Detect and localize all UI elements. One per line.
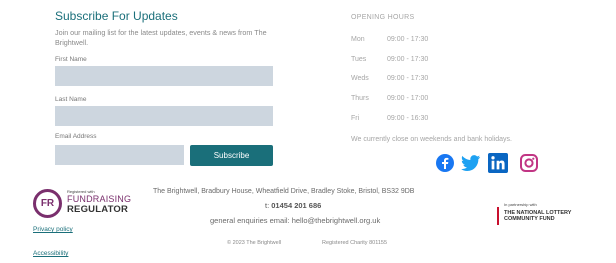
last-name-field[interactable] [55,106,273,126]
nlcf-bar [497,207,499,225]
opening-hours: OPENING HOURS Mon 09:00 - 17:30 Tues 09:… [351,14,561,143]
email-field[interactable] [55,145,184,165]
fr-fundraising: FUNDRAISING [67,194,132,204]
national-lottery-logo: In partnership with THE NATIONAL LOTTERY… [497,202,607,226]
copyright: © 2023 The Brightwell [227,240,282,246]
email-label: Email Address [55,133,97,140]
subscribe-button[interactable]: Subscribe [190,145,273,166]
subscribe-description: Join our mailing list for the latest upd… [55,28,267,47]
email-contact-link[interactable]: general enquiries email: hello@thebright… [210,216,380,225]
subscribe-section: Subscribe For Updates Join our mailing l… [55,9,295,166]
social-links [435,153,545,173]
fr-mark-icon: FR [33,189,62,218]
phone-number[interactable]: 01454 201 686 [271,201,321,210]
hours-time: 09:00 - 17:30 [387,75,429,82]
hours-time: 09:00 - 16:30 [387,115,429,122]
hours-day: Mon [351,36,365,43]
facebook-icon[interactable] [435,153,455,173]
hours-day: Thurs [351,95,369,102]
address: The Brightwell, Bradbury House, Wheatfie… [153,188,415,195]
opening-hours-title: OPENING HOURS [351,14,415,21]
hours-day: Tues [351,56,367,63]
nlcf-name: THE NATIONAL LOTTERY COMMUNITY FUND [504,210,572,222]
charity-number: Registered Charity 801155 [322,240,388,246]
first-name-label: First Name [55,56,87,63]
nlcf-partnership: In partnership with [504,202,537,207]
phone: t: 01454 201 686 [265,201,321,210]
phone-prefix: t: [265,201,270,210]
hours-day: Weds [351,75,369,82]
linkedin-icon[interactable] [488,153,508,173]
fr-mark-text: FR [40,198,55,209]
first-name-field[interactable] [55,66,273,86]
fundraising-regulator-logo: FR Registered with FUNDRAISING REGULATOR [33,189,133,219]
hours-time: 09:00 - 17:00 [387,95,429,102]
twitter-icon[interactable] [461,153,481,173]
hours-day: Fri [351,115,360,122]
subscribe-title: Subscribe For Updates [55,9,178,23]
hours-time: 09:00 - 17:30 [387,36,429,43]
instagram-icon[interactable] [519,153,539,173]
privacy-policy-link[interactable]: Privacy policy [33,226,73,233]
hours-time: 09:00 - 17:30 [387,56,429,63]
hours-note: We currently close on weekends and bank … [351,136,512,143]
accessibility-link[interactable]: Accessibility [33,250,68,257]
last-name-label: Last Name [55,96,87,103]
fr-regulator: REGULATOR [67,204,129,215]
